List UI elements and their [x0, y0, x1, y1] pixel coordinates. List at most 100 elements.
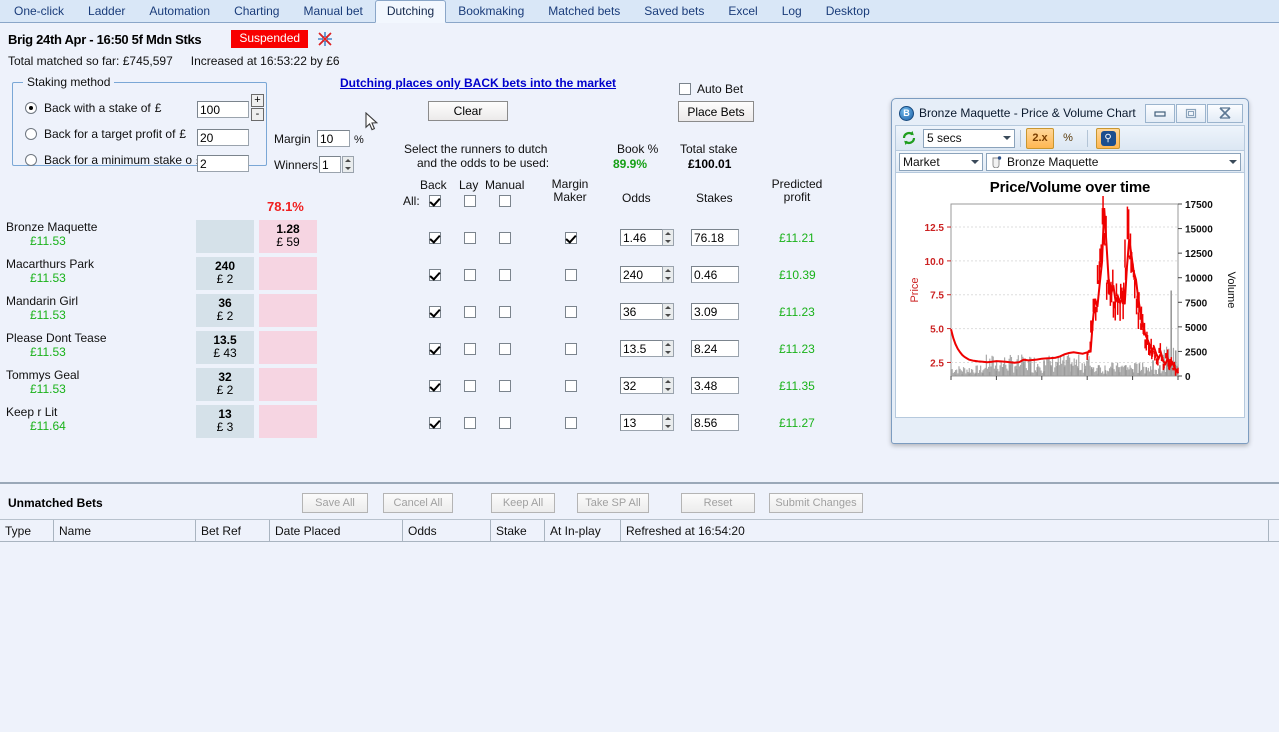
row-margin-maker-checkbox[interactable]	[565, 306, 577, 318]
row-odds-stepper[interactable]	[662, 340, 674, 357]
auto-bet-option[interactable]: Auto Bet	[679, 82, 743, 96]
row-lay-checkbox[interactable]	[464, 306, 476, 318]
column-header[interactable]: At In-play	[545, 520, 621, 541]
back-price-cell[interactable]	[196, 220, 254, 253]
odds-down-icon[interactable]	[663, 312, 673, 320]
refresh-icon[interactable]	[900, 129, 918, 147]
row-back-checkbox[interactable]	[429, 343, 441, 355]
row-back-checkbox[interactable]	[429, 417, 441, 429]
row-odds-stepper[interactable]	[662, 266, 674, 283]
row-odds-stepper[interactable]	[662, 229, 674, 246]
take-sp-all-button[interactable]: Take SP All	[577, 493, 649, 513]
pin-icon[interactable]: ⚲	[1096, 127, 1120, 149]
back-price-cell[interactable]: 13.5 £ 43	[196, 331, 254, 364]
row-odds-stepper[interactable]	[662, 414, 674, 431]
row-odds-input[interactable]	[620, 266, 663, 283]
odds-up-icon[interactable]	[663, 267, 673, 275]
odds-up-icon[interactable]	[663, 415, 673, 423]
back-price-cell[interactable]: 32 £ 2	[196, 368, 254, 401]
stake-amount-input[interactable]	[197, 101, 249, 118]
lay-price-cell[interactable]	[259, 331, 317, 364]
lay-price-cell[interactable]	[259, 368, 317, 401]
back-price-cell[interactable]: 240 £ 2	[196, 257, 254, 290]
margin-input[interactable]	[317, 130, 350, 147]
row-lay-checkbox[interactable]	[464, 232, 476, 244]
winners-up-icon[interactable]	[343, 157, 353, 165]
lay-price-cell[interactable]	[259, 294, 317, 327]
keep-all-button[interactable]: Keep All	[491, 493, 555, 513]
row-back-checkbox[interactable]	[429, 269, 441, 281]
all-lay-checkbox[interactable]	[464, 195, 476, 207]
scale-2x-button[interactable]: 2.x	[1026, 127, 1054, 149]
row-odds-input[interactable]	[620, 377, 663, 394]
staking-option-target[interactable]: Back for a target profit of £	[25, 125, 186, 143]
save-all-button[interactable]: Save All	[302, 493, 368, 513]
row-manual-checkbox[interactable]	[499, 417, 511, 429]
winners-down-icon[interactable]	[343, 165, 353, 173]
stake-increase-button[interactable]: +	[251, 94, 264, 107]
runner-selector[interactable]: Bronze Maquette	[986, 152, 1241, 171]
row-margin-maker-checkbox[interactable]	[565, 343, 577, 355]
row-lay-checkbox[interactable]	[464, 343, 476, 355]
row-margin-maker-checkbox[interactable]	[565, 380, 577, 392]
back-price-cell[interactable]: 36 £ 2	[196, 294, 254, 327]
radio-minimum-stake[interactable]	[25, 154, 37, 166]
row-odds-input[interactable]	[620, 229, 663, 246]
row-stake-input[interactable]	[691, 303, 739, 320]
place-bets-button[interactable]: Place Bets	[678, 101, 754, 122]
row-odds-stepper[interactable]	[662, 377, 674, 394]
row-manual-checkbox[interactable]	[499, 380, 511, 392]
odds-down-icon[interactable]	[663, 423, 673, 431]
row-stake-input[interactable]	[691, 414, 739, 431]
scale-percent-button[interactable]: %	[1054, 128, 1082, 149]
lay-price-cell[interactable]	[259, 257, 317, 290]
winners-input[interactable]	[319, 156, 341, 173]
crossed-out-star-icon[interactable]	[316, 30, 334, 48]
minimum-stake-input[interactable]	[197, 155, 249, 172]
odds-down-icon[interactable]	[663, 238, 673, 246]
row-back-checkbox[interactable]	[429, 380, 441, 392]
lay-price-cell[interactable]	[259, 405, 317, 438]
tab-one-click[interactable]: One-click	[2, 0, 76, 22]
clear-button[interactable]: Clear	[428, 101, 508, 121]
cancel-all-button[interactable]: Cancel All	[383, 493, 453, 513]
tab-excel[interactable]: Excel	[716, 0, 769, 22]
tab-ladder[interactable]: Ladder	[76, 0, 137, 22]
tab-manual-bet[interactable]: Manual bet	[291, 0, 374, 22]
odds-up-icon[interactable]	[663, 378, 673, 386]
dutching-info-link[interactable]: Dutching places only BACK bets into the …	[340, 76, 616, 90]
row-stake-input[interactable]	[691, 340, 739, 357]
winners-stepper[interactable]	[342, 156, 354, 173]
column-header[interactable]: Odds	[403, 520, 491, 541]
stake-decrease-button[interactable]: -	[251, 108, 264, 121]
submit-changes-button[interactable]: Submit Changes	[769, 493, 863, 513]
row-lay-checkbox[interactable]	[464, 380, 476, 392]
row-stake-input[interactable]	[691, 377, 739, 394]
odds-up-icon[interactable]	[663, 341, 673, 349]
column-header[interactable]: Name	[54, 520, 196, 541]
radio-target-profit[interactable]	[25, 128, 37, 140]
target-profit-input[interactable]	[197, 129, 249, 146]
column-header[interactable]: Type	[0, 520, 54, 541]
row-stake-input[interactable]	[691, 266, 739, 283]
row-lay-checkbox[interactable]	[464, 269, 476, 281]
row-odds-input[interactable]	[620, 303, 663, 320]
market-selector[interactable]: Market	[899, 152, 983, 171]
row-back-checkbox[interactable]	[429, 306, 441, 318]
row-odds-stepper[interactable]	[662, 303, 674, 320]
odds-up-icon[interactable]	[663, 230, 673, 238]
odds-down-icon[interactable]	[663, 386, 673, 394]
tab-desktop[interactable]: Desktop	[814, 0, 882, 22]
row-margin-maker-checkbox[interactable]	[565, 417, 577, 429]
row-manual-checkbox[interactable]	[499, 306, 511, 318]
row-odds-input[interactable]	[620, 414, 663, 431]
column-header[interactable]: Refreshed at 16:54:20	[621, 520, 1269, 541]
tab-charting[interactable]: Charting	[222, 0, 291, 22]
back-price-cell[interactable]: 13 £ 3	[196, 405, 254, 438]
minimize-icon[interactable]	[1145, 103, 1175, 123]
reset-button[interactable]: Reset	[681, 493, 755, 513]
row-manual-checkbox[interactable]	[499, 232, 511, 244]
lay-price-cell[interactable]: 1.28 £ 59	[259, 220, 317, 253]
all-manual-checkbox[interactable]	[499, 195, 511, 207]
tab-dutching[interactable]: Dutching	[374, 0, 447, 23]
